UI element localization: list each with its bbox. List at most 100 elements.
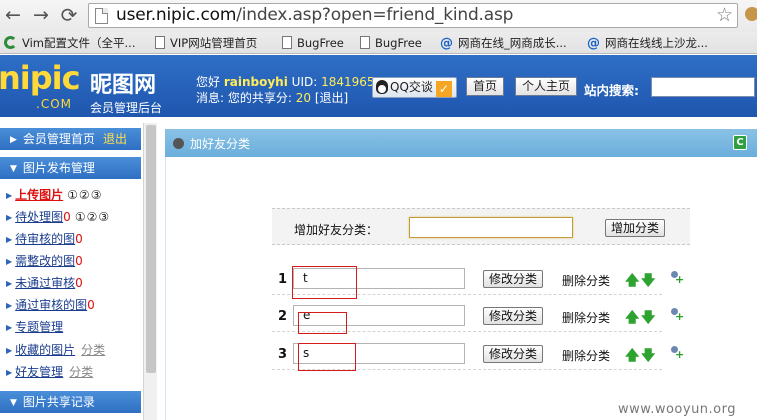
qq-chat-button[interactable]: QQ交谈 ✓ xyxy=(372,77,457,98)
highlight-box xyxy=(298,343,356,371)
bookmark-item[interactable]: @ 网商在线线上沙龙... xyxy=(587,34,708,52)
sidebar-section-member-home[interactable]: ▶ 会员管理首页 退出 xyxy=(0,128,141,150)
friends-category-link[interactable]: 分类 xyxy=(69,365,93,379)
qq-penguin-icon xyxy=(376,80,388,94)
bookmark-item[interactable]: BugFree xyxy=(282,34,344,52)
logo-chinese: 昵图网 xyxy=(90,73,157,98)
delete-category-link[interactable]: 删除分类 xyxy=(562,309,610,326)
at-icon: @ xyxy=(440,36,453,51)
site-search-label: 站内搜索: xyxy=(584,83,639,98)
bullet-icon: ▶ xyxy=(6,346,13,355)
sidebar-item-friends[interactable]: ▶ 好友管理 分类 xyxy=(6,364,93,381)
bullet-icon: ▶ xyxy=(6,301,13,310)
url-text: user.nipic.com/index.asp?open=friend_kin… xyxy=(116,5,513,25)
edit-category-button[interactable]: 修改分类 xyxy=(483,307,544,325)
bookmarks-bar: Vim配置文件（全平... VIP网站管理首页 BugFree BugFree … xyxy=(0,32,757,54)
page-title: 加好友分类 xyxy=(173,135,250,152)
sidebar-section-image-publish[interactable]: ▼ 图片发布管理 xyxy=(0,157,141,179)
move-down-icon[interactable]: 🡇 xyxy=(641,270,655,294)
browser-toolbar: ← → ⟳ user.nipic.com/index.asp?open=frie… xyxy=(0,0,757,32)
sidebar-scrollbar[interactable] xyxy=(143,123,157,420)
move-up-icon[interactable]: 🡅 xyxy=(625,345,639,369)
sidebar-item-awaiting-review[interactable]: ▶ 待审核的图0 xyxy=(6,231,83,248)
site-search-input[interactable] xyxy=(651,77,755,97)
back-arrow-icon[interactable]: ← xyxy=(2,4,24,26)
vim-icon xyxy=(4,36,17,49)
sidebar-logout-link[interactable]: 退出 xyxy=(103,132,127,146)
page-icon xyxy=(282,36,292,49)
bullet-icon: ▶ xyxy=(6,213,13,222)
extension-icon[interactable] xyxy=(745,7,757,21)
logo-com: .COM xyxy=(36,97,72,111)
category-number: 1 xyxy=(278,272,288,287)
sidebar-item-approved[interactable]: ▶ 通过审核的图0 xyxy=(6,297,95,314)
user-add-icon[interactable] xyxy=(669,346,684,360)
bullet-icon: ▶ xyxy=(6,368,13,377)
page-icon xyxy=(360,36,370,49)
url-host: user.nipic.com xyxy=(116,5,237,25)
share-points: 20 xyxy=(295,91,312,105)
sidebar: ▶ 会员管理首页 退出 ▼ 图片发布管理 ▶ 上传图片 ①②③ ▶ 待处理图0 ①②③ ▶ 待审… xyxy=(0,117,157,420)
sidebar-item-upload[interactable]: ▶ 上传图片 ①②③ xyxy=(6,187,102,204)
address-bar[interactable]: user.nipic.com/index.asp?open=friend_kin… xyxy=(88,3,738,28)
sidebar-item-topics[interactable]: ▶ 专题管理 xyxy=(6,319,63,336)
site-header: nipic .COM 昵图网 会员管理后台 您好 rainboyhi UID: … xyxy=(0,55,757,117)
logout-link[interactable]: [退出] xyxy=(315,91,348,105)
bullet-icon: ▶ xyxy=(6,235,13,244)
home-button[interactable]: 首页 xyxy=(466,77,505,96)
caret-down-icon: ▼ xyxy=(10,164,17,174)
logo-subtitle: 会员管理后台 xyxy=(90,101,163,115)
bullet-icon: ▶ xyxy=(6,279,13,288)
add-category-label: 增加好友分类： xyxy=(294,223,379,237)
scrollbar-thumb[interactable] xyxy=(146,125,156,373)
highlight-box xyxy=(292,266,357,299)
url-path: /index.asp?open=friend_kind.asp xyxy=(236,5,514,25)
favorites-category-link[interactable]: 分类 xyxy=(81,343,105,357)
user-add-icon[interactable] xyxy=(669,308,684,322)
at-icon: @ xyxy=(587,36,600,51)
page-icon xyxy=(95,8,108,24)
highlight-box xyxy=(298,312,347,334)
sidebar-item-needs-fix[interactable]: ▶ 需整改的图0 xyxy=(6,253,83,270)
category-number: 2 xyxy=(278,309,288,324)
edit-category-button[interactable]: 修改分类 xyxy=(483,345,544,363)
move-down-icon[interactable]: 🡇 xyxy=(641,345,655,369)
sidebar-item-favorites[interactable]: ▶ 收藏的图片 分类 xyxy=(6,342,105,359)
check-icon: ✓ xyxy=(435,81,452,97)
caret-down-icon: ▼ xyxy=(10,398,17,408)
watermark: www.wooyun.org xyxy=(618,402,737,417)
category-number: 3 xyxy=(278,347,288,362)
move-up-icon[interactable]: 🡅 xyxy=(625,307,639,331)
bookmark-item[interactable]: VIP网站管理首页 xyxy=(155,34,257,52)
bookmark-star-icon[interactable]: ☆ xyxy=(716,4,733,26)
add-category-button[interactable]: 增加分类 xyxy=(605,219,666,237)
sidebar-item-rejected[interactable]: ▶ 未通过审核0 xyxy=(6,275,83,292)
bookmark-item[interactable]: BugFree xyxy=(360,34,422,52)
delete-category-link[interactable]: 删除分类 xyxy=(562,272,610,289)
add-category-input[interactable] xyxy=(409,217,573,238)
forward-arrow-icon[interactable]: → xyxy=(30,4,52,26)
bullet-icon: ▶ xyxy=(6,323,13,332)
move-down-icon[interactable]: 🡇 xyxy=(641,307,655,331)
personal-page-button[interactable]: 个人主页 xyxy=(515,77,578,96)
edit-category-button[interactable]: 修改分类 xyxy=(483,270,544,288)
welcome-text: 您好 rainboyhi UID: 18419653 xyxy=(196,75,383,89)
bookmark-item[interactable]: @ 网商在线_网商成长... xyxy=(440,34,567,52)
message-line: 消息: 您的共享分: 20 [退出] xyxy=(196,91,349,105)
logo-latin: nipic xyxy=(0,59,81,97)
delete-category-link[interactable]: 删除分类 xyxy=(562,347,610,364)
sidebar-section-share-records[interactable]: ▼ 图片共享记录 xyxy=(0,391,141,413)
add-category-row: 增加好友分类： 增加分类 xyxy=(272,208,690,245)
page-icon xyxy=(155,36,165,49)
corner-c-icon[interactable]: C xyxy=(733,135,747,150)
move-up-icon[interactable]: 🡅 xyxy=(625,270,639,294)
reload-icon[interactable]: ⟳ xyxy=(58,4,80,26)
bullet-icon: ▶ xyxy=(6,191,13,200)
main-title-bar: 加好友分类 C xyxy=(165,129,757,157)
sidebar-item-pending[interactable]: ▶ 待处理图0 ①②③ xyxy=(6,209,110,226)
bullet-icon: ▶ xyxy=(6,257,13,266)
user-add-icon[interactable] xyxy=(669,271,684,285)
username: rainboyhi xyxy=(223,75,288,89)
caret-right-icon: ▶ xyxy=(10,135,17,145)
bookmark-item[interactable]: Vim配置文件（全平... xyxy=(4,34,135,52)
